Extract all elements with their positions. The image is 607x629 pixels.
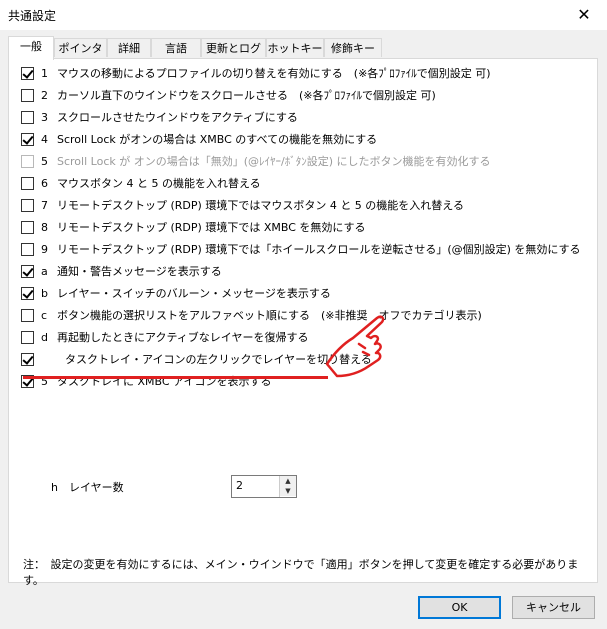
option-label: 通知・警告メッセージを表示する	[57, 265, 222, 278]
option-checkbox[interactable]	[21, 265, 34, 278]
option-label: リモートデスクトップ (RDP) 環境下では「ホイールスクロールを逆転させる」(…	[57, 243, 581, 256]
option-label: マウスボタン 4 と 5 の機能を入れ替える	[57, 177, 261, 190]
layer-count-spinner[interactable]: 2 ▲ ▼	[231, 475, 297, 498]
settings-note: 注： 設定の変更を有効にするには、メイン・ウインドウで「適用」ボタンを押して変更…	[23, 558, 579, 587]
option-checkbox[interactable]	[21, 67, 34, 80]
tab-pointer[interactable]: ポインタ	[54, 38, 107, 57]
option-key: 9	[41, 243, 48, 256]
ok-button[interactable]: OK	[418, 596, 501, 619]
option-label: ボタン機能の選択リストをアルファベット順にする (※非推奨 オフでカテゴリ表示)	[57, 309, 482, 322]
option-key: a	[41, 265, 48, 278]
layer-count-label: h レイヤー数	[51, 481, 124, 494]
tab-details[interactable]: 詳細	[107, 38, 151, 57]
option-key: 5	[41, 155, 48, 168]
option-checkbox[interactable]	[21, 353, 34, 366]
option-key: 8	[41, 221, 48, 234]
option-checkbox[interactable]	[21, 111, 34, 124]
option-checkbox[interactable]	[21, 331, 34, 344]
option-label: Scroll Lock がオンの場合は XMBC のすべての機能を無効にする	[57, 133, 378, 146]
option-key: c	[41, 309, 48, 322]
option-label: Scroll Lock が オンの場合は「無効」(@ﾚｲﾔｰ/ﾎﾞﾀﾝ設定) に…	[57, 155, 491, 168]
option-checkbox	[21, 155, 34, 168]
option-key: d	[41, 331, 48, 344]
cancel-button[interactable]: キャンセル	[512, 596, 595, 619]
option-key: 3	[41, 111, 48, 124]
option-key: 6	[41, 177, 48, 190]
general-settings-panel: 1 マウスの移動によるプロファイルの切り替えを有効にする (※各ﾌﾟﾛﾌｧｲﾙで個…	[8, 58, 598, 587]
option-key: 1	[41, 67, 48, 80]
option-key: 4	[41, 133, 48, 146]
close-button[interactable]: ✕	[561, 0, 607, 30]
option-key: b	[41, 287, 48, 300]
tab-hotkeys[interactable]: ホットキー	[266, 38, 324, 57]
option-label: スクロールさせたウインドウをアクティブにする	[57, 111, 298, 124]
option-checkbox[interactable]	[21, 309, 34, 322]
option-checkbox[interactable]	[21, 199, 34, 212]
option-key: 2	[41, 89, 48, 102]
close-icon: ✕	[577, 5, 591, 24]
option-label: リモートデスクトップ (RDP) 環境下では XMBC を無効にする	[57, 221, 366, 234]
option-label: 再起動したときにアクティブなレイヤーを復帰する	[57, 331, 309, 344]
option-checkbox[interactable]	[21, 243, 34, 256]
spinner-buttons: ▲ ▼	[279, 476, 296, 497]
window-title: 共通設定	[8, 9, 57, 23]
option-checkbox[interactable]	[21, 133, 34, 146]
option-checkbox[interactable]	[21, 287, 34, 300]
tab-modifier-keys[interactable]: 修飾キー	[324, 38, 382, 57]
pointing-hand-icon	[325, 315, 385, 378]
option-checkbox[interactable]	[21, 89, 34, 102]
annotation-underline	[23, 376, 328, 379]
tab-update-log[interactable]: 更新とログ	[201, 38, 266, 57]
option-checkbox[interactable]	[21, 177, 34, 190]
title-bar: 共通設定 ✕	[0, 0, 607, 30]
option-label: リモートデスクトップ (RDP) 環境下ではマウスボタン 4 と 5 の機能を入…	[57, 199, 464, 212]
option-label: マウスの移動によるプロファイルの切り替えを有効にする (※各ﾌﾟﾛﾌｧｲﾙで個別…	[57, 67, 491, 80]
option-checkbox[interactable]	[21, 221, 34, 234]
option-key: 7	[41, 199, 48, 212]
spin-down-icon[interactable]: ▼	[280, 486, 296, 496]
layer-count-value[interactable]: 2	[236, 479, 243, 492]
option-label: カーソル直下のウインドウをスクロールさせる (※各ﾌﾟﾛﾌｧｲﾙで個別設定 可)	[57, 89, 436, 102]
option-label: レイヤー・スイッチのバルーン・メッセージを表示する	[57, 287, 331, 300]
tab-general[interactable]: 一般	[8, 36, 54, 60]
tab-language[interactable]: 言語	[151, 38, 201, 57]
